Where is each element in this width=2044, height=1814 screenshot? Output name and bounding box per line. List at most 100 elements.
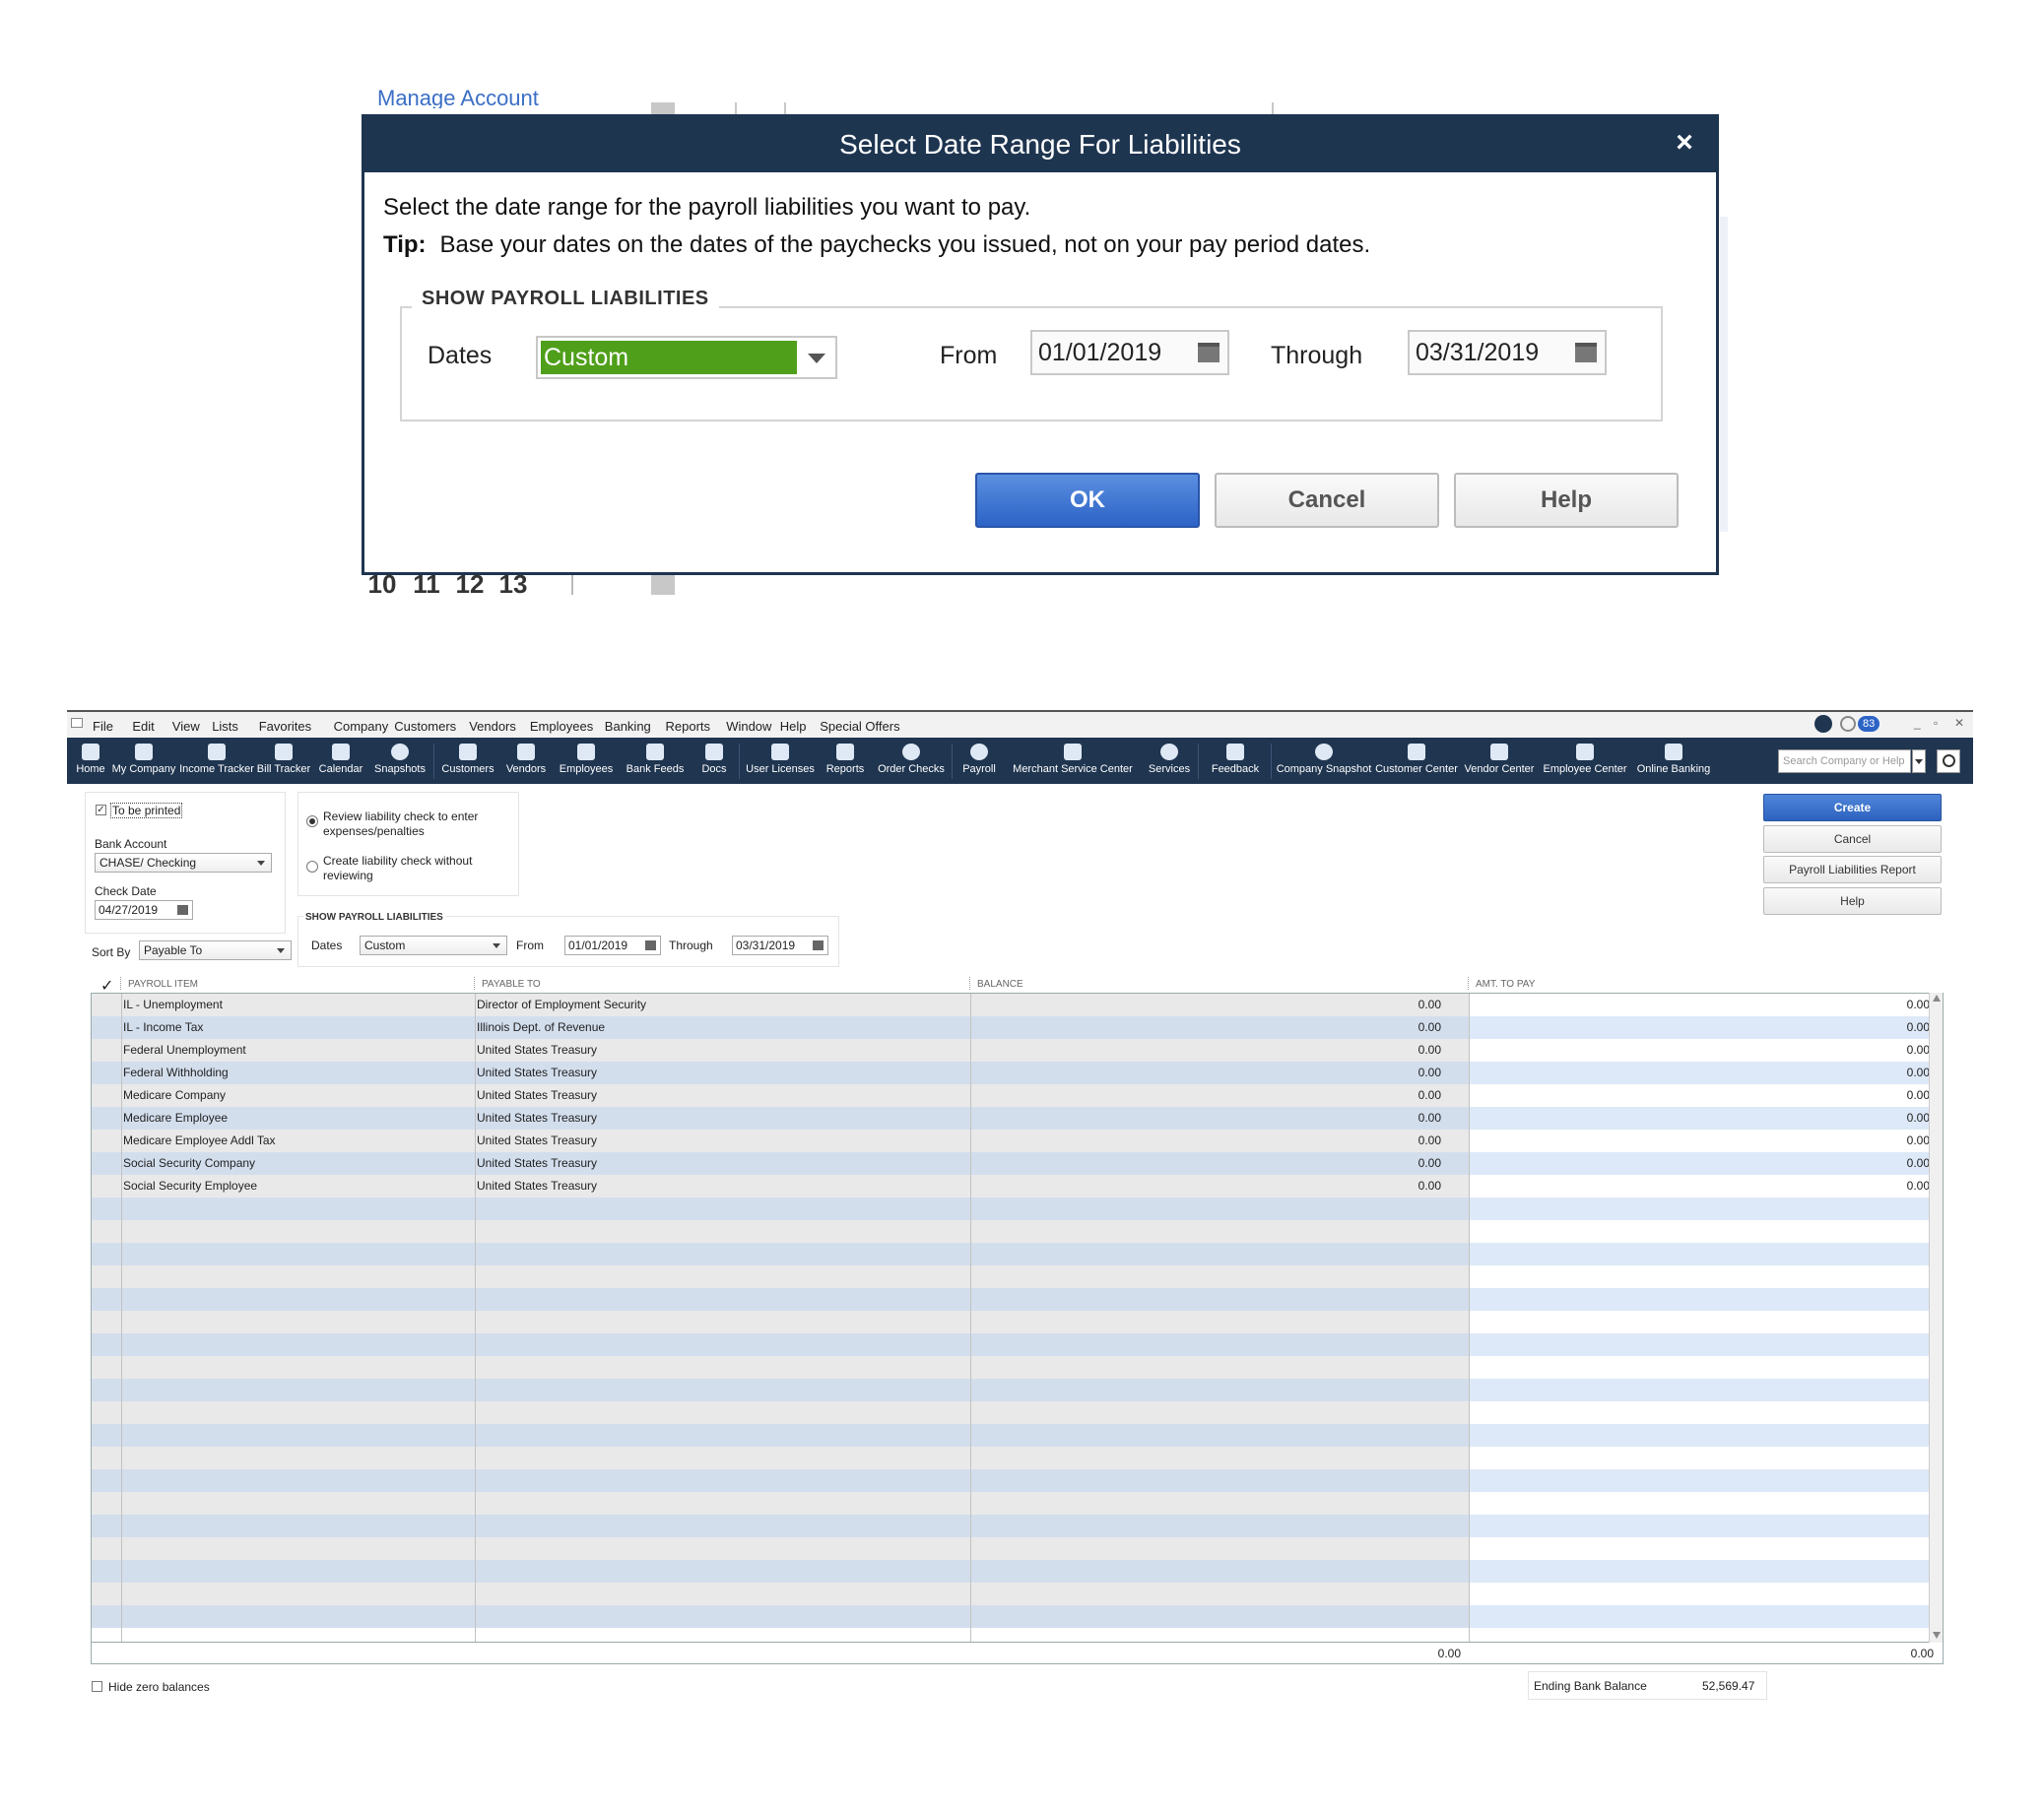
column-resize-handle[interactable] bbox=[474, 977, 475, 990]
table-row[interactable] bbox=[92, 1220, 1943, 1243]
payroll-liabilities-report-button[interactable]: Payroll Liabilities Report bbox=[1763, 856, 1942, 883]
toolbar-order-checks-button[interactable]: Order Checks bbox=[873, 738, 950, 784]
window-close-icon[interactable]: ✕ bbox=[1954, 716, 1964, 730]
toolbar-company-snapshot-button[interactable]: Company Snapshot bbox=[1275, 738, 1373, 784]
toolbar-services-button[interactable]: Services bbox=[1143, 738, 1196, 784]
toolbar-payroll-button[interactable]: Payroll bbox=[956, 738, 1003, 784]
minimize-icon[interactable]: _ bbox=[1914, 716, 1921, 730]
calendar-icon[interactable] bbox=[813, 940, 824, 950]
table-row[interactable]: Federal Withholding United States Treasur… bbox=[92, 1062, 1943, 1084]
calendar-icon[interactable] bbox=[1575, 343, 1597, 362]
through-date-field[interactable]: 03/31/2019 bbox=[732, 936, 828, 955]
check-date-field[interactable]: 04/27/2019 bbox=[95, 900, 193, 920]
amount-to-pay-cell[interactable]: 0.00 bbox=[1471, 1107, 1930, 1130]
menu-file[interactable]: File bbox=[93, 719, 113, 734]
search-input[interactable]: Search Company or Help bbox=[1778, 749, 1911, 773]
toolbar-employee-center-button[interactable]: Employee Center bbox=[1539, 738, 1631, 784]
amount-to-pay-cell[interactable]: 0.00 bbox=[1471, 1039, 1930, 1062]
toolbar-more-icon[interactable]: » bbox=[1753, 6, 1761, 22]
amount-to-pay-cell[interactable]: 0.00 bbox=[1471, 1175, 1930, 1198]
amount-to-pay-cell[interactable]: 0.00 bbox=[1471, 1152, 1930, 1175]
vertical-scrollbar[interactable] bbox=[1929, 993, 1943, 1643]
hide-zero-balances-checkbox[interactable] bbox=[92, 1681, 102, 1692]
calendar-icon[interactable] bbox=[645, 940, 656, 950]
table-row[interactable] bbox=[92, 1288, 1943, 1311]
scroll-up-icon[interactable] bbox=[1933, 995, 1941, 1002]
table-row[interactable] bbox=[92, 1469, 1943, 1492]
menu-customers[interactable]: Customers bbox=[394, 719, 456, 734]
toolbar-vendors-button[interactable]: Vendors bbox=[498, 738, 554, 784]
table-row[interactable] bbox=[92, 1515, 1943, 1537]
calendar-icon[interactable] bbox=[1198, 343, 1220, 362]
menu-employees[interactable]: Employees bbox=[530, 719, 593, 734]
through-date-field[interactable]: 03/31/2019 bbox=[1408, 330, 1607, 375]
table-row[interactable] bbox=[92, 1447, 1943, 1469]
toolbar-vendor-center-button[interactable]: Vendor Center bbox=[1460, 738, 1539, 784]
table-row[interactable] bbox=[92, 1424, 1943, 1447]
table-row[interactable] bbox=[92, 1243, 1943, 1265]
amount-to-pay-cell[interactable]: 0.00 bbox=[1471, 994, 1930, 1016]
menu-help[interactable]: Help bbox=[780, 719, 807, 734]
table-row[interactable]: Medicare Employee United States Treasury 0… bbox=[92, 1107, 1943, 1130]
toolbar-home-button[interactable]: Home bbox=[73, 738, 108, 784]
table-row[interactable]: Social Security Company United States Tre… bbox=[92, 1152, 1943, 1175]
table-row[interactable] bbox=[92, 1492, 1943, 1515]
review-check-radio[interactable] bbox=[306, 815, 318, 827]
menu-edit[interactable]: Edit bbox=[132, 719, 154, 734]
create-button[interactable]: Create bbox=[1763, 794, 1942, 821]
from-date-field[interactable]: 01/01/2019 bbox=[1030, 330, 1229, 375]
calendar-icon[interactable] bbox=[177, 905, 188, 915]
table-row[interactable]: IL - Income Tax Illinois Dept. of Revenue… bbox=[92, 1016, 1943, 1039]
toolbar-online-banking-button[interactable]: Online Banking bbox=[1631, 738, 1716, 784]
toolbar-user-licenses-button[interactable]: User Licenses bbox=[743, 738, 818, 784]
toolbar-reports-button[interactable]: Reports bbox=[818, 738, 873, 784]
table-row[interactable] bbox=[92, 1265, 1943, 1288]
amount-to-pay-cell[interactable]: 0.00 bbox=[1471, 1130, 1930, 1152]
menu-banking[interactable]: Banking bbox=[605, 719, 651, 734]
column-resize-handle[interactable] bbox=[1468, 977, 1469, 990]
menu-special-offers[interactable]: Special Offers bbox=[820, 719, 899, 734]
payable-to-column-header[interactable]: PAYABLE TO bbox=[482, 979, 541, 990]
table-row[interactable] bbox=[92, 1605, 1943, 1628]
table-row[interactable] bbox=[92, 1379, 1943, 1401]
menu-vendors[interactable]: Vendors bbox=[469, 719, 516, 734]
dates-dropdown[interactable]: Custom bbox=[536, 336, 837, 379]
table-row[interactable] bbox=[92, 1198, 1943, 1220]
amount-to-pay-column-header[interactable]: AMT. TO PAY bbox=[1476, 979, 1535, 990]
menu-view[interactable]: View bbox=[172, 719, 200, 734]
notification-badge[interactable]: 83 bbox=[1858, 716, 1880, 732]
amount-to-pay-cell[interactable]: 0.00 bbox=[1471, 1016, 1930, 1039]
table-row[interactable]: Medicare Employee Addl Tax United States … bbox=[92, 1130, 1943, 1152]
sort-by-dropdown[interactable]: Payable To bbox=[139, 940, 292, 960]
table-row[interactable] bbox=[92, 1537, 1943, 1560]
table-row[interactable] bbox=[92, 1311, 1943, 1333]
column-resize-handle[interactable] bbox=[969, 977, 970, 990]
user-icon[interactable] bbox=[1814, 715, 1832, 733]
toolbar-feedback-button[interactable]: Feedback bbox=[1202, 738, 1269, 784]
from-date-field[interactable]: 01/01/2019 bbox=[564, 936, 661, 955]
ok-button[interactable]: OK bbox=[975, 473, 1200, 528]
menu-reports[interactable]: Reports bbox=[666, 719, 711, 734]
toolbar-employees-button[interactable]: Employees bbox=[554, 738, 619, 784]
amount-to-pay-cell[interactable]: 0.00 bbox=[1471, 1062, 1930, 1084]
bank-account-dropdown[interactable]: CHASE/ Checking bbox=[95, 853, 272, 873]
help-button[interactable]: Help bbox=[1454, 473, 1679, 528]
menu-company[interactable]: Company bbox=[334, 719, 389, 734]
help-button[interactable]: Help bbox=[1763, 887, 1942, 915]
clock-icon[interactable] bbox=[1840, 716, 1856, 732]
chevron-down-icon[interactable] bbox=[808, 354, 825, 363]
window-menu-icon[interactable] bbox=[71, 718, 83, 728]
table-row[interactable]: Federal Unemployment United States Treasu… bbox=[92, 1039, 1943, 1062]
close-icon[interactable]: × bbox=[1667, 125, 1702, 161]
toolbar-customer-center-button[interactable]: Customer Center bbox=[1373, 738, 1460, 784]
menu-window[interactable]: Window bbox=[726, 719, 771, 734]
dates-dropdown[interactable]: Custom bbox=[360, 936, 507, 955]
search-icon[interactable] bbox=[1937, 749, 1960, 773]
table-row[interactable] bbox=[92, 1560, 1943, 1583]
payroll-item-column-header[interactable]: PAYROLL ITEM bbox=[128, 979, 198, 990]
table-row[interactable]: Medicare Company United States Treasury 0.… bbox=[92, 1084, 1943, 1107]
table-row[interactable] bbox=[92, 1401, 1943, 1424]
toolbar-income-tracker-button[interactable]: Income Tracker bbox=[179, 738, 254, 784]
toolbar-docs-button[interactable]: Docs bbox=[692, 738, 737, 784]
cancel-button[interactable]: Cancel bbox=[1215, 473, 1439, 528]
